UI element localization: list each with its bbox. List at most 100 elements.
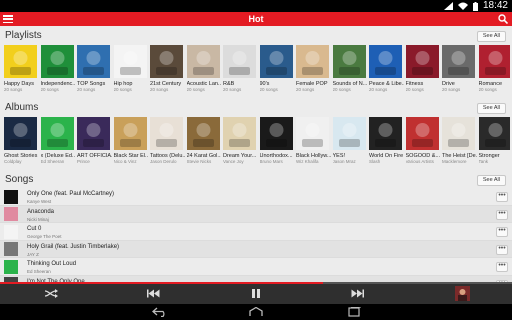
album-subtitle: Macklemore: [442, 159, 467, 164]
song-row[interactable]: Cut 0 George The Poet •••: [0, 223, 512, 241]
song-more-options-button[interactable]: •••: [496, 209, 508, 220]
next-track-icon[interactable]: [351, 288, 365, 299]
page-title: Hot: [248, 14, 264, 24]
playlist-tile[interactable]: Sounds of N... 20 songs: [332, 45, 367, 93]
playlist-subtitle: 20 songs: [40, 87, 59, 92]
battery-icon: [472, 1, 478, 11]
album-subtitle: Coldplay: [4, 159, 22, 164]
playlist-tile[interactable]: R&B 20 songs: [223, 45, 258, 93]
album-subtitle: Slash: [369, 159, 381, 164]
pause-icon[interactable]: [250, 288, 262, 299]
playlist-subtitle: 20 songs: [296, 87, 315, 92]
yes-art-artwork: [332, 117, 366, 150]
album-tile[interactable]: SOGOOD &... Various Artists: [405, 117, 440, 165]
album-tile[interactable]: World On Fire Slash: [369, 117, 404, 165]
nature-scene-artwork: [332, 45, 366, 78]
playlist-tile[interactable]: Independenc... 20 songs: [40, 45, 75, 93]
song-row[interactable]: Only One (feat. Paul McCartney) Kanye Wes…: [0, 188, 512, 206]
app-bar: Hot: [0, 12, 512, 26]
song-more-options-button[interactable]: •••: [496, 227, 508, 237]
song-row[interactable]: Holy Grail (feat. Justin Timberlake) JAY …: [0, 240, 512, 258]
album-tile[interactable]: Black Hollyw... Wiz Khalifa: [296, 117, 331, 165]
portrait-artwork: [478, 117, 510, 150]
album-tile[interactable]: Tattoos (Delu... Jason Derulo: [150, 117, 185, 165]
song-artist: Ed Sheeran: [27, 269, 51, 274]
albums-title: Albums: [5, 102, 39, 113]
playlist-tile[interactable]: Female POP 20 songs: [296, 45, 331, 93]
album-tile[interactable]: ART OFFICIA...Prince: [77, 117, 112, 165]
playlist-subtitle: 20 songs: [369, 87, 388, 92]
playlist-tile[interactable]: Hip hop 20 songs: [113, 45, 149, 93]
albums-header: Albums See All: [0, 101, 512, 117]
song-artwork: [4, 224, 18, 239]
playlist-subtitle: 20 songs: [186, 87, 205, 92]
cellular-signal-icon: [443, 2, 453, 10]
album-tile[interactable]: Stronger Tank: [478, 117, 510, 165]
album-subtitle: Jason Derulo: [150, 159, 177, 164]
songs-see-all-button[interactable]: See All: [476, 175, 506, 186]
back-icon[interactable]: [152, 307, 168, 317]
album-subtitle: Bruno Mars: [259, 159, 283, 164]
song-row[interactable]: Anaconda Nicki Minaj •••: [0, 205, 512, 223]
song-artwork: [4, 207, 18, 221]
playlist-tile[interactable]: Drive 20 songs: [442, 45, 477, 93]
playlist-subtitle: 20 songs: [150, 87, 169, 92]
album-tile[interactable]: YES! Jason Mraz: [332, 117, 368, 165]
home-icon[interactable]: [248, 307, 264, 317]
playback-progress-bar[interactable]: [0, 282, 512, 284]
painting-artwork: [223, 117, 256, 150]
skull-art-artwork: [296, 117, 329, 150]
song-title: Holy Grail (feat. Justin Timberlake): [27, 243, 120, 250]
playlist-tile[interactable]: Peace & Libe... 20 songs: [369, 45, 404, 93]
album-subtitle: Stevie Nicks: [186, 159, 212, 164]
album-tile[interactable]: The Heist [De... Macklemore: [442, 117, 477, 165]
playlist-tile[interactable]: TOP Songs 20 songs: [77, 45, 112, 93]
recent-apps-icon[interactable]: [346, 307, 362, 317]
fitness-art-artwork: [405, 45, 439, 78]
song-more-options-button[interactable]: •••: [496, 244, 508, 255]
shuffle-icon[interactable]: [44, 288, 58, 299]
song-title: Thinking Out Loud: [27, 261, 77, 267]
playlist-subtitle: 20 songs: [442, 87, 461, 92]
song-row[interactable]: Thinking Out Loud Ed Sheeran •••: [0, 258, 512, 276]
song-artwork: [4, 189, 18, 204]
dove-artwork: [77, 45, 110, 78]
playlist-tile[interactable]: 90's 20 songs: [259, 45, 295, 93]
album-tile[interactable]: Black Star El... Nico & Vinz: [113, 117, 148, 165]
playlist-tile[interactable]: Romance 20 songs: [478, 45, 510, 93]
previous-track-icon[interactable]: [146, 288, 160, 299]
green-x-artwork: [40, 117, 74, 150]
album-tile[interactable]: Ghost Stories Coldplay: [4, 117, 39, 165]
playlist-tile[interactable]: Happy Days 20 songs: [4, 45, 39, 93]
the-heist-artwork: [442, 117, 475, 150]
album-tile[interactable]: Unorthodox... Bruno Mars: [259, 117, 295, 165]
main-content[interactable]: Playlists See All Happy Days 20 songs Inde…: [0, 26, 512, 282]
playlists-row[interactable]: Happy Days 20 songs Independenc... 20 songs…: [4, 45, 510, 93]
album-tile[interactable]: Dream Your... Vance Joy: [223, 117, 258, 165]
smiley-face-artwork: [4, 45, 37, 78]
song-more-options-button[interactable]: •••: [496, 192, 508, 202]
playlists-header: Playlists See All: [0, 29, 512, 45]
album-tile[interactable]: 24 Karat Gol... Stevie Nicks: [186, 117, 221, 165]
song-title: Only One (feat. Paul McCartney): [27, 191, 115, 197]
song-more-options-button[interactable]: •••: [496, 262, 508, 272]
playlists-see-all-button[interactable]: See All: [476, 31, 506, 42]
albums-row[interactable]: Ghost Stories Coldplay x (Deluxe Ed... Ed S…: [4, 117, 510, 165]
song-artist: Nicki Minaj: [27, 216, 49, 222]
playlist-tile[interactable]: Fitness 20 songs: [405, 45, 441, 93]
playlist-subtitle: 20 songs: [4, 87, 23, 92]
hooded-figure-artwork: [223, 45, 256, 78]
playlist-tile[interactable]: Acoustic Lan... 20 songs: [186, 45, 221, 93]
dove-artwork: [369, 45, 402, 78]
song-title: Cut 0: [27, 226, 42, 232]
slash-logo-artwork: [369, 117, 402, 150]
portrait-artwork: [186, 117, 220, 150]
album-subtitle: Various Artists: [405, 159, 434, 164]
playlist-tile[interactable]: 21st Century 20 songs: [150, 45, 185, 93]
status-icons: 18:42: [443, 0, 508, 12]
now-playing-artwork[interactable]: [455, 286, 470, 301]
system-nav-bar: [0, 304, 512, 320]
album-tile[interactable]: x (Deluxe Ed... Ed Sheeran: [40, 117, 75, 165]
albums-see-all-button[interactable]: See All: [476, 103, 506, 114]
search-icon[interactable]: [498, 14, 508, 24]
